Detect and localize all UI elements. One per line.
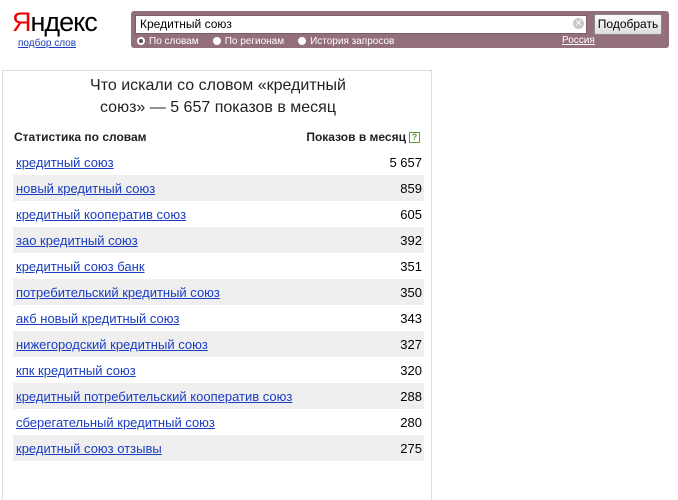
phrase-link[interactable]: кредитный союз банк: [16, 258, 145, 275]
panel-title: Что искали со словом «кредитный союз» — …: [3, 75, 433, 119]
phrase-link[interactable]: нижегородский кредитный союз: [16, 336, 208, 353]
table-row: акб новый кредитный союз 343: [13, 305, 424, 331]
table-row: зао кредитный союз 392: [13, 227, 424, 253]
table-row: кредитный союз отзывы 275: [13, 435, 424, 461]
radio-label: По словам: [149, 35, 199, 47]
stats-panel: Что искали со словом «кредитный союз» — …: [2, 70, 432, 500]
panel-title-line1: Что искали со словом «кредитный: [90, 77, 346, 94]
count-value: 343: [400, 311, 422, 326]
phrase-link[interactable]: потребительский кредитный союз: [16, 284, 220, 301]
search-bar: Кредитный союз ✕ Подобрать По словам По …: [131, 11, 669, 48]
radio-unchecked-icon: [212, 37, 221, 45]
search-input[interactable]: Кредитный союз: [135, 15, 587, 34]
count-value: 859: [400, 181, 422, 196]
logo-subtitle-link[interactable]: подбор слов: [18, 38, 76, 49]
count-value: 350: [400, 285, 422, 300]
count-value: 327: [400, 337, 422, 352]
table-row: кредитный союз банк 351: [13, 253, 424, 279]
count-value: 288: [400, 389, 422, 404]
count-value: 605: [400, 207, 422, 222]
search-mode-radios: По словам По регионам История запросов: [137, 35, 408, 47]
column-header-shows-label: Показов в месяц: [306, 130, 406, 144]
radio-query-history[interactable]: История запросов: [298, 36, 394, 47]
radio-by-regions[interactable]: По регионам: [212, 35, 285, 47]
radio-checked-icon: [137, 37, 145, 45]
count-value: 351: [400, 259, 422, 274]
panel-title-line2: союз» — 5 657 показов в месяц: [100, 99, 336, 116]
count-value: 320: [400, 363, 422, 378]
logo-rest: ндекс: [30, 7, 98, 37]
radio-by-words[interactable]: По словам: [137, 36, 199, 47]
clear-icon[interactable]: ✕: [573, 18, 584, 29]
help-icon[interactable]: ?: [409, 131, 420, 143]
phrase-link[interactable]: новый кредитный союз: [16, 180, 155, 197]
logo-first-letter: Я: [12, 7, 31, 37]
table-row: кредитный союз 5 657: [13, 149, 424, 175]
count-value: 5 657: [389, 155, 422, 170]
phrase-link[interactable]: акб новый кредитный союз: [16, 310, 179, 327]
count-value: 392: [400, 233, 422, 248]
phrase-link[interactable]: кпк кредитный союз: [16, 362, 136, 379]
phrase-link[interactable]: кредитный потребительский кооператив сою…: [16, 388, 292, 405]
phrase-link[interactable]: кредитный союз: [16, 154, 114, 171]
table-row: кредитный кооператив союз 605: [13, 201, 424, 227]
radio-label: По регионам: [224, 35, 285, 47]
radio-unchecked-icon: [298, 37, 307, 45]
count-value: 275: [400, 441, 422, 456]
column-header-shows: Показов в месяц ?: [306, 130, 420, 144]
table-row: нижегородский кредитный союз 327: [13, 331, 424, 357]
table-row: потребительский кредитный союз 350: [13, 279, 424, 305]
radio-label: История запросов: [310, 35, 395, 47]
phrase-link[interactable]: кредитный союз отзывы: [16, 440, 162, 457]
table-row: новый кредитный союз 859: [13, 175, 424, 201]
column-header-words: Статистика по словам: [14, 130, 147, 144]
table-row: кредитный потребительский кооператив сою…: [13, 383, 424, 409]
search-button[interactable]: Подобрать: [594, 14, 662, 35]
phrase-link[interactable]: кредитный кооператив союз: [16, 206, 186, 223]
table-row: сберегательный кредитный союз 280: [13, 409, 424, 435]
stats-table: кредитный союз 5 657 новый кредитный союз…: [13, 149, 424, 461]
yandex-logo[interactable]: Яндекс: [12, 7, 98, 37]
count-value: 280: [400, 415, 422, 430]
phrase-link[interactable]: сберегательный кредитный союз: [16, 414, 215, 431]
table-row: кпк кредитный союз 320: [13, 357, 424, 383]
phrase-link[interactable]: зао кредитный союз: [16, 232, 138, 249]
region-link[interactable]: Россия: [562, 35, 595, 46]
